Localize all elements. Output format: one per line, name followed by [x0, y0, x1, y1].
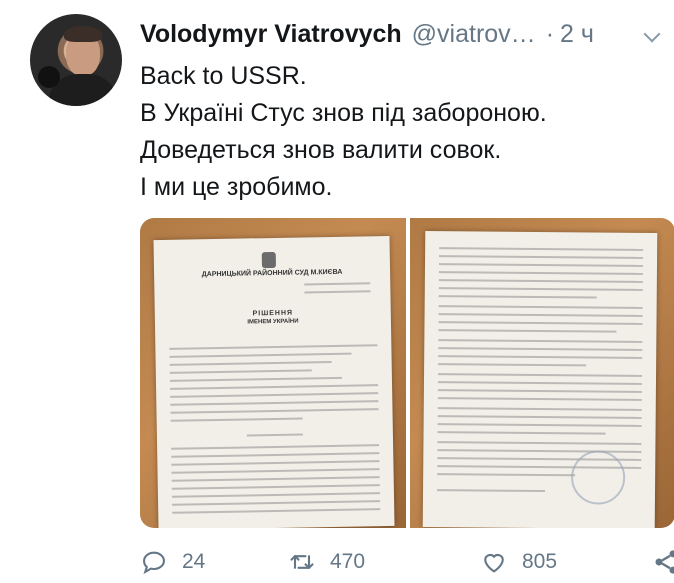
photo-court-decision-page-2[interactable]: [409, 218, 674, 528]
author-name[interactable]: Volodymyr Viatrovych: [140, 20, 402, 49]
like-count: 805: [522, 550, 558, 573]
separator-dot: ·: [545, 19, 555, 48]
document-subheading: ІМЕНЕМ УКРАЇНИ: [247, 318, 299, 326]
retweet-button[interactable]: 470: [288, 548, 365, 576]
heart-icon: [484, 553, 504, 573]
tweet-timestamp[interactable]: 2 ч: [560, 20, 594, 49]
retweet-icon: [290, 555, 314, 569]
photo-court-decision-page-1[interactable]: ДАРНИЦЬКИЙ РАЙОННИЙ СУД М.КИЄВА РІШЕННЯ …: [140, 218, 406, 528]
retweet-count: 470: [330, 550, 366, 573]
tweet-line: Доведеться знов валити совок.: [140, 136, 502, 164]
avatar-hair: [64, 26, 102, 42]
reply-button[interactable]: 24: [140, 548, 205, 576]
tweet-actions: 24 470 805: [140, 548, 674, 580]
document-paper: ДАРНИЦЬКИЙ РАЙОННИЙ СУД М.КИЄВА РІШЕННЯ …: [153, 235, 395, 528]
tweet-line: Back to USSR.: [140, 62, 307, 90]
avatar[interactable]: [30, 14, 122, 106]
tweet-line: В Україні Стус знов під забороною.: [140, 99, 547, 127]
like-button[interactable]: 805: [480, 548, 557, 576]
trident-emblem-icon: [261, 251, 276, 269]
tweet-line: І ми це зробимо.: [140, 173, 333, 201]
share-button[interactable]: [652, 548, 674, 576]
tweet-text: Back to USSR. В Україні Стус знов під за…: [140, 58, 660, 206]
chevron-down-icon[interactable]: [643, 25, 661, 43]
media-grid: ДАРНИЦЬКИЙ РАЙОННИЙ СУД М.КИЄВА РІШЕННЯ …: [140, 218, 674, 528]
reply-icon: [143, 551, 165, 575]
tweet-header: Volodymyr Viatrovych @viatrov… · 2 ч: [140, 16, 661, 52]
document-court-name: ДАРНИЦЬКИЙ РАЙОННИЙ СУД М.КИЄВА: [201, 268, 343, 279]
microphone-icon: [38, 66, 60, 88]
reply-count: 24: [182, 550, 206, 573]
signature-stamp: [570, 450, 625, 505]
document-paper: [422, 230, 657, 528]
share-icon: [655, 550, 674, 574]
author-handle[interactable]: @viatrov…: [412, 20, 536, 49]
